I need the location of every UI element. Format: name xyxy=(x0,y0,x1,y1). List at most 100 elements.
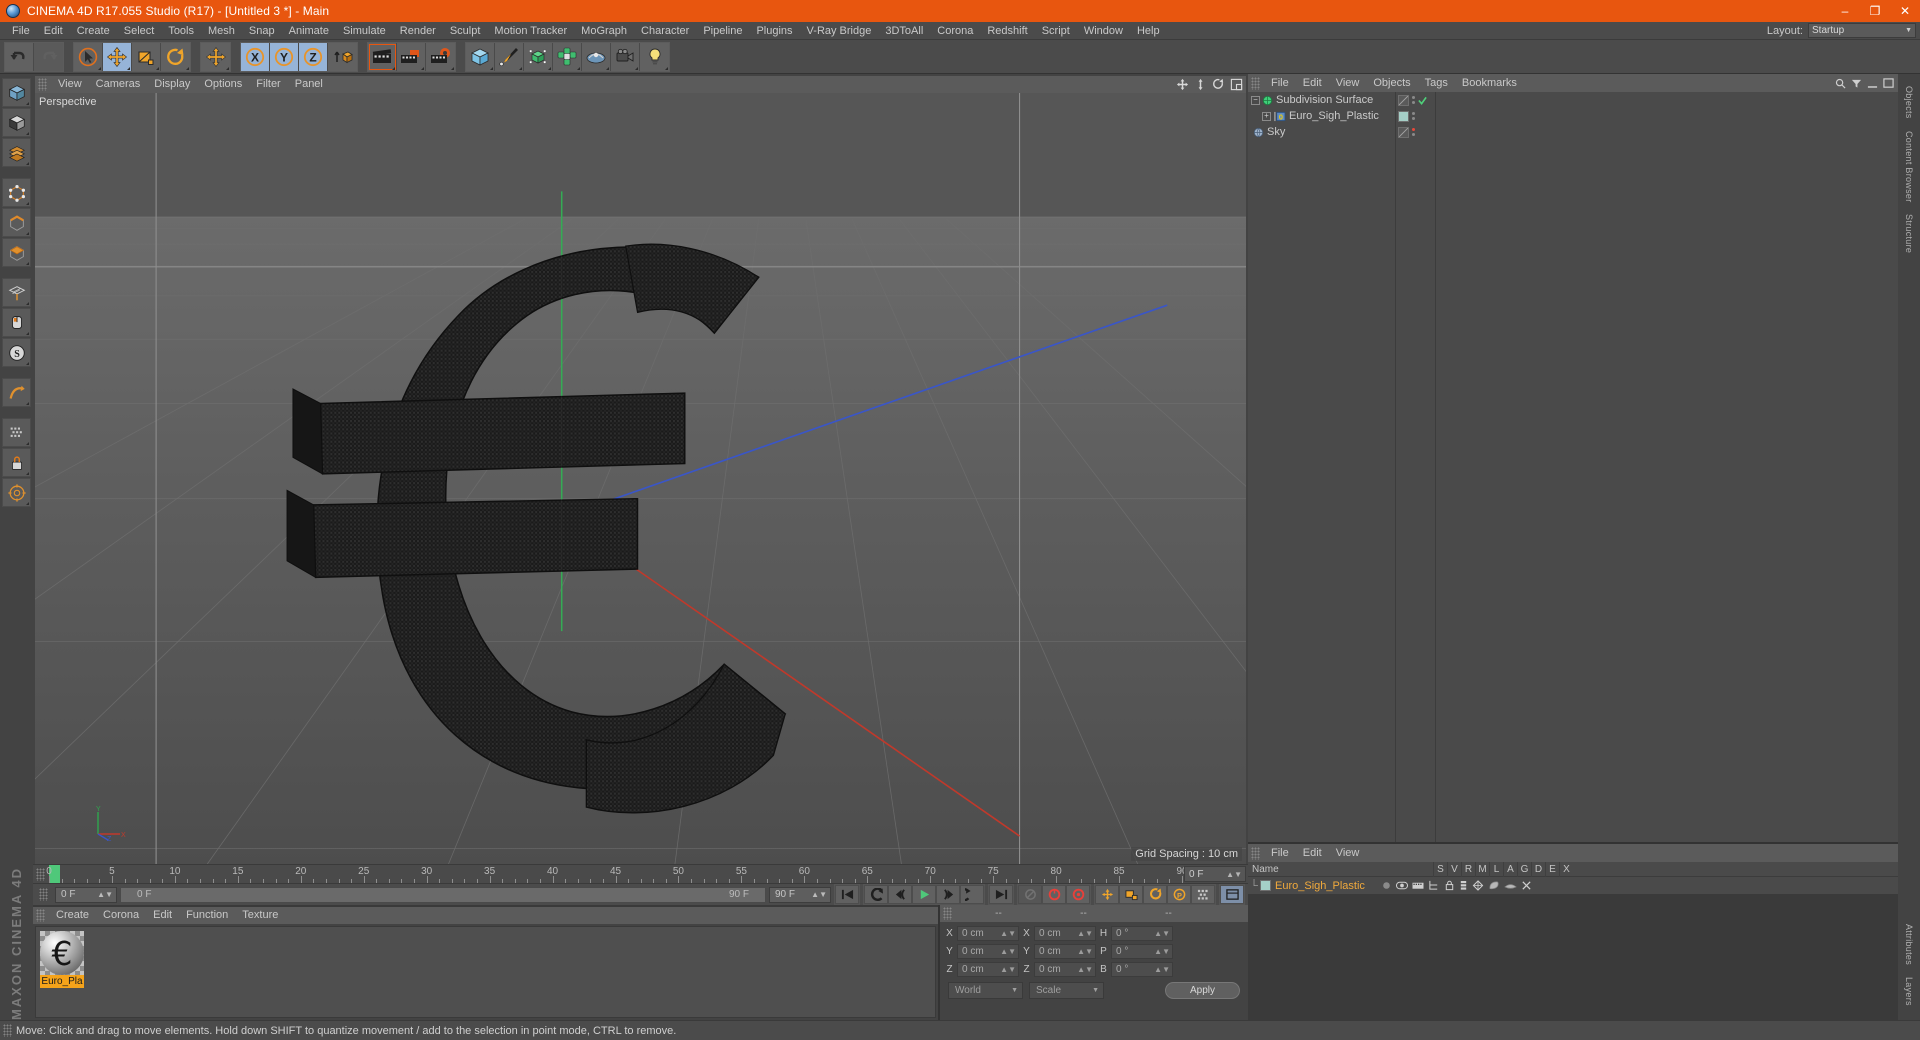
lock-workplane-button[interactable] xyxy=(2,448,31,477)
deformer-icon[interactable] xyxy=(1488,880,1500,891)
menu-item-plugins[interactable]: Plugins xyxy=(749,22,799,40)
move-world-button[interactable] xyxy=(201,42,230,71)
menu-item-vray-bridge[interactable]: V-Ray Bridge xyxy=(800,22,879,40)
timeline-grip-icon[interactable] xyxy=(36,868,45,881)
autokeying-button[interactable] xyxy=(1042,885,1066,904)
size-x-field[interactable]: 0 cm ▲▼ xyxy=(1034,925,1096,941)
object-tag-row[interactable] xyxy=(1396,92,1435,108)
cross-icon[interactable] xyxy=(1521,880,1532,891)
pos-z-field[interactable]: 0 cm ▲▼ xyxy=(957,961,1019,977)
size-z-field[interactable]: 0 cm ▲▼ xyxy=(1034,961,1096,977)
quantize-button[interactable] xyxy=(2,478,31,507)
menu-item-tools[interactable]: Tools xyxy=(161,22,201,40)
object-row-subdivision-surface[interactable]: − Subdivision Surface xyxy=(1248,92,1395,108)
attribute-menu-file[interactable]: File xyxy=(1264,844,1296,862)
add-cube-button[interactable] xyxy=(466,42,495,71)
rotation-key-button[interactable] xyxy=(1143,885,1167,904)
hierarchy-icon[interactable] xyxy=(1428,880,1440,891)
menu-item-file[interactable]: File xyxy=(5,22,37,40)
object-tag-row[interactable] xyxy=(1396,108,1435,124)
viewport-menu-options[interactable]: Options xyxy=(197,76,249,93)
rot-h-field[interactable]: 0 ° ▲▼ xyxy=(1111,925,1173,941)
go-to-start-button[interactable] xyxy=(835,885,859,904)
undo-button[interactable] xyxy=(5,42,34,71)
render-visibility-icon[interactable] xyxy=(1412,880,1424,891)
menu-item-create[interactable]: Create xyxy=(70,22,117,40)
stepper-icon[interactable]: ▲▼ xyxy=(97,890,113,899)
maximize-viewport-icon[interactable] xyxy=(1230,78,1243,91)
soft-selection-button[interactable]: S xyxy=(2,338,31,367)
tab-layers[interactable]: Layers xyxy=(1904,971,1914,1012)
menu-item-3dtoall[interactable]: 3DToAll xyxy=(878,22,930,40)
attribute-row-euro-sigh-plastic[interactable]: └ Euro_Sigh_Plastic xyxy=(1248,877,1898,894)
panel-grip-icon[interactable] xyxy=(38,78,47,91)
object-row-sky[interactable]: Sky xyxy=(1248,124,1395,140)
model-mode-button[interactable] xyxy=(2,108,31,137)
menu-item-corona[interactable]: Corona xyxy=(930,22,980,40)
timeline-ruler[interactable]: 0 5 10 15 20 25 30 35 40 45 50 55 60 65 70 75 80 85 90 0 F… xyxy=(33,864,1248,883)
viewport-3d[interactable]: Perspective Y X Z Grid Spacing: 10 cm xyxy=(35,93,1246,864)
object-tree[interactable]: − Subdivision Surface + 0 Euro_Sigh_Plas… xyxy=(1248,92,1396,842)
object-manager-body[interactable]: − Subdivision Surface + 0 Euro_Sigh_Plas… xyxy=(1248,92,1898,842)
stepper-icon[interactable]: ▲▼ xyxy=(1226,870,1242,879)
minimize-button[interactable]: – xyxy=(1830,0,1860,22)
attribute-grip-icon[interactable] xyxy=(1251,846,1260,860)
lock-y-axis-button[interactable]: Y xyxy=(270,42,299,71)
tab-attributes[interactable]: Attributes xyxy=(1904,918,1914,971)
snap-settings-button[interactable] xyxy=(2,378,31,407)
polygon-mode-button[interactable] xyxy=(2,238,31,267)
workplane-button[interactable] xyxy=(2,278,31,307)
add-spline-button[interactable] xyxy=(495,42,524,71)
selection-dot-icon[interactable] xyxy=(1381,880,1392,891)
display-tag-icon[interactable] xyxy=(1398,94,1409,106)
edge-mode-button[interactable] xyxy=(2,208,31,237)
add-array-button[interactable] xyxy=(553,42,582,71)
timeline-menu-button[interactable] xyxy=(1220,885,1244,904)
viewport-menu-view[interactable]: View xyxy=(51,76,89,93)
status-grip-icon[interactable] xyxy=(3,1024,12,1037)
menu-item-help[interactable]: Help xyxy=(1130,22,1167,40)
visibility-dots-icon[interactable] xyxy=(1412,96,1415,104)
object-tag-row[interactable] xyxy=(1396,124,1435,140)
material-menu-create[interactable]: Create xyxy=(49,907,96,924)
world-object-coord-button[interactable] xyxy=(328,42,357,71)
transform-mode-dropdown[interactable]: Scale ▼ xyxy=(1029,982,1104,999)
display-tag-icon[interactable] xyxy=(1398,126,1409,138)
tab-content-browser[interactable]: Content Browser xyxy=(1904,125,1914,209)
menu-item-pipeline[interactable]: Pipeline xyxy=(696,22,749,40)
record-active-objects-button[interactable] xyxy=(1018,885,1042,904)
coordinates-grip-icon[interactable] xyxy=(943,907,952,920)
stepper-icon[interactable]: ▲▼ xyxy=(1000,929,1016,938)
stepper-icon[interactable]: ▲▼ xyxy=(1000,947,1016,956)
next-frame-button[interactable] xyxy=(936,885,960,904)
menu-item-render[interactable]: Render xyxy=(393,22,443,40)
material-item[interactable]: € Euro_Pla xyxy=(40,931,84,988)
lock-z-axis-button[interactable]: Z xyxy=(299,42,328,71)
expand-expander-icon[interactable]: + xyxy=(1262,111,1271,121)
menu-item-mograph[interactable]: MoGraph xyxy=(574,22,634,40)
coordinate-system-dropdown[interactable]: World ▼ xyxy=(948,982,1023,999)
add-scene-object-button[interactable] xyxy=(582,42,611,71)
play-backwards-button[interactable] xyxy=(864,885,888,904)
point-mode-button[interactable] xyxy=(2,178,31,207)
stepper-icon[interactable]: ▲▼ xyxy=(1077,929,1093,938)
layout-dropdown[interactable]: Startup ▼ xyxy=(1808,23,1916,38)
rot-b-field[interactable]: 0 ° ▲▼ xyxy=(1111,961,1173,977)
object-menu-edit[interactable]: Edit xyxy=(1296,74,1329,92)
collapse-expander-icon[interactable]: − xyxy=(1251,95,1260,105)
search-icon[interactable] xyxy=(1835,78,1846,89)
go-to-end-button[interactable] xyxy=(989,885,1013,904)
keyframe-selection-button[interactable] xyxy=(1066,885,1090,904)
object-manager-blank-area[interactable] xyxy=(1436,92,1898,842)
layers-icon[interactable] xyxy=(1459,880,1468,891)
menu-item-animate[interactable]: Animate xyxy=(282,22,336,40)
menu-item-edit[interactable]: Edit xyxy=(37,22,70,40)
viewport-solo-button[interactable] xyxy=(2,418,31,447)
point-level-animation-button[interactable] xyxy=(1191,885,1215,904)
make-editable-button[interactable] xyxy=(2,78,31,107)
lock-icon[interactable] xyxy=(1444,880,1455,891)
attribute-menu-edit[interactable]: Edit xyxy=(1296,844,1329,862)
object-menu-bookmarks[interactable]: Bookmarks xyxy=(1455,74,1524,92)
stepper-icon[interactable]: ▲▼ xyxy=(1000,965,1016,974)
object-menu-objects[interactable]: Objects xyxy=(1366,74,1417,92)
